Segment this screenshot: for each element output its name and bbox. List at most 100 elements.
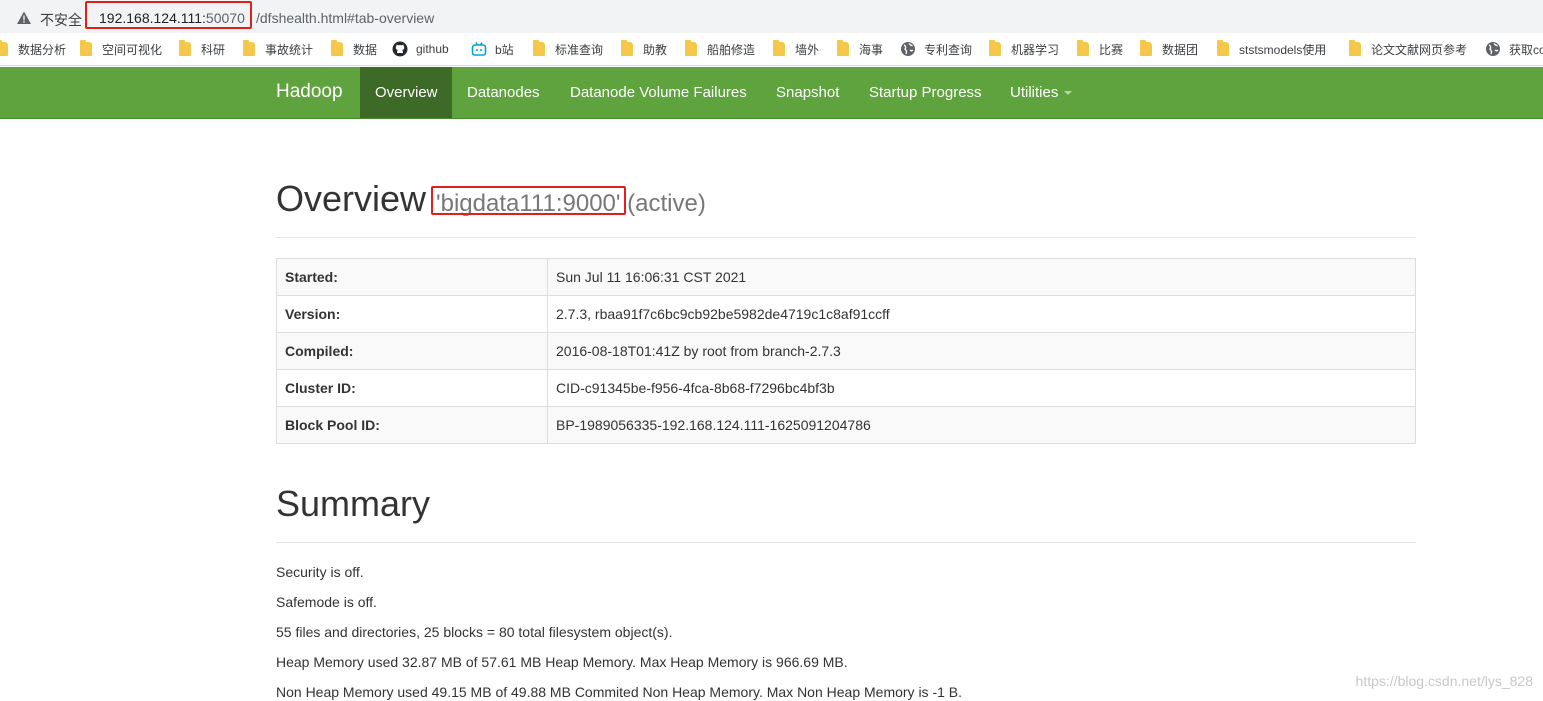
table-row: Version: 2.7.3, rbaa91f7c6bc9cb92be5982de… bbox=[276, 295, 1416, 333]
url-highlight-box bbox=[85, 1, 252, 29]
table-row: Compiled: 2016-08-18T01:41Z by root from … bbox=[276, 332, 1416, 370]
tab-snapshot[interactable]: Snapshot bbox=[761, 67, 854, 118]
summary-line: Safemode is off. bbox=[276, 594, 377, 610]
utilities-label: Utilities bbox=[1010, 84, 1059, 101]
divider bbox=[276, 542, 1416, 543]
folder-icon bbox=[685, 40, 697, 56]
tab-startup-progress[interactable]: Startup Progress bbox=[854, 67, 997, 118]
warning-triangle-icon[interactable] bbox=[16, 10, 32, 26]
overview-title: Overview bbox=[276, 178, 427, 219]
bookmark-item[interactable]: 墙外 bbox=[773, 40, 820, 57]
bookmark-item[interactable]: 论文文献网页参考 bbox=[1349, 40, 1468, 57]
bookmark-label: 机器学习 bbox=[1011, 42, 1060, 57]
bookmark-label: 专利查询 bbox=[924, 42, 973, 57]
folder-icon bbox=[773, 40, 785, 56]
not-secure-label[interactable]: 不安全 bbox=[40, 10, 82, 30]
bookmark-item[interactable]: 比赛 bbox=[1077, 40, 1124, 57]
overview-table: Started: Sun Jul 11 16:06:31 CST 2021 Ver… bbox=[276, 258, 1416, 444]
bookmark-item[interactable]: ststsmodels使用 bbox=[1217, 40, 1327, 57]
bookmark-item[interactable]: github bbox=[392, 41, 449, 57]
github-icon bbox=[392, 41, 408, 57]
folder-icon bbox=[989, 40, 1001, 56]
folder-icon bbox=[0, 40, 8, 56]
divider bbox=[276, 237, 1416, 238]
tab-datanode-volume-failures[interactable]: Datanode Volume Failures bbox=[555, 67, 762, 118]
bookmark-label: ststsmodels使用 bbox=[1239, 42, 1327, 57]
folder-icon bbox=[331, 40, 343, 56]
row-value: BP-1989056335-192.168.124.111-1625091204… bbox=[547, 406, 1416, 444]
table-row: Block Pool ID: BP-1989056335-192.168.124.… bbox=[276, 406, 1416, 444]
bookmark-item[interactable]: 数据团 bbox=[1140, 40, 1199, 57]
tab-datanodes[interactable]: Datanodes bbox=[452, 67, 555, 118]
bookmark-item[interactable]: 事故统计 bbox=[243, 40, 314, 57]
bookmark-item[interactable]: b站 bbox=[471, 41, 514, 57]
row-key: Started: bbox=[276, 258, 548, 296]
row-value: Sun Jul 11 16:06:31 CST 2021 bbox=[547, 258, 1416, 296]
summary-line: Non Heap Memory used 49.15 MB of 49.88 M… bbox=[276, 684, 963, 700]
folder-icon bbox=[621, 40, 633, 56]
bookmark-label: 数据分析 bbox=[18, 42, 67, 57]
bookmark-item[interactable]: 专利查询 bbox=[900, 41, 972, 57]
bookmark-item[interactable]: 海事 bbox=[837, 40, 884, 57]
folder-icon bbox=[80, 40, 92, 56]
folder-icon bbox=[533, 40, 545, 56]
bookmark-label: github bbox=[416, 42, 449, 56]
bookmarks-bar: 数据分析 空间可视化 科研 事故统计 数据 github b站 标准查询 助教 … bbox=[0, 33, 1543, 66]
bookmark-label: 墙外 bbox=[795, 42, 820, 57]
bookmark-label: 论文文献网页参考 bbox=[1371, 42, 1468, 57]
bookmark-label: 科研 bbox=[201, 42, 226, 57]
bookmark-item[interactable]: 助教 bbox=[621, 40, 668, 57]
table-row: Started: Sun Jul 11 16:06:31 CST 2021 bbox=[276, 258, 1416, 296]
tab-utilities[interactable]: Utilities bbox=[995, 67, 1087, 118]
table-row: Cluster ID: CID-c91345be-f956-4fca-8b68-f… bbox=[276, 369, 1416, 407]
summary-line: Heap Memory used 32.87 MB of 57.61 MB He… bbox=[276, 654, 848, 670]
row-key: Cluster ID: bbox=[276, 369, 548, 407]
bookmark-label: 事故统计 bbox=[265, 42, 314, 57]
host-highlight-box bbox=[431, 186, 626, 215]
hadoop-navbar: Hadoop Overview Datanodes Datanode Volum… bbox=[0, 67, 1543, 119]
folder-icon bbox=[1217, 40, 1229, 56]
bookmark-label: 比赛 bbox=[1099, 42, 1124, 57]
row-value: CID-c91345be-f956-4fca-8b68-f7296bc4bf3b bbox=[547, 369, 1416, 407]
bookmark-item[interactable]: 船舶修造 bbox=[685, 40, 756, 57]
folder-icon bbox=[179, 40, 191, 56]
bookmark-item[interactable]: 空间可视化 bbox=[80, 40, 163, 57]
caret-down-icon bbox=[1064, 91, 1073, 96]
bookmark-item[interactable]: 数据分析 bbox=[0, 40, 67, 57]
row-key: Block Pool ID: bbox=[276, 406, 548, 444]
hadoop-brand[interactable]: Hadoop bbox=[276, 81, 343, 103]
summary-line: 55 files and directories, 25 blocks = 80… bbox=[276, 624, 673, 640]
folder-icon bbox=[1077, 40, 1089, 56]
bookmark-item[interactable]: 获取co bbox=[1485, 41, 1543, 57]
folder-icon bbox=[243, 40, 255, 56]
bookmark-item[interactable]: 标准查询 bbox=[533, 40, 604, 57]
globe-icon bbox=[900, 41, 916, 57]
row-value: 2.7.3, rbaa91f7c6bc9cb92be5982de4719c1c8… bbox=[547, 295, 1416, 333]
summary-title: Summary bbox=[276, 483, 431, 524]
row-key: Version: bbox=[276, 295, 548, 333]
summary-line: Security is off. bbox=[276, 564, 364, 580]
bilibili-icon bbox=[471, 41, 487, 57]
bookmark-label: b站 bbox=[495, 42, 514, 57]
bookmark-label: 标准查询 bbox=[555, 42, 604, 57]
bookmark-item[interactable]: 科研 bbox=[179, 40, 226, 57]
bookmark-label: 获取co bbox=[1509, 42, 1543, 57]
bookmark-label: 海事 bbox=[859, 42, 884, 57]
bookmark-item[interactable]: 机器学习 bbox=[989, 40, 1060, 57]
bookmark-label: 助教 bbox=[643, 42, 668, 57]
bookmark-item[interactable]: 数据 bbox=[331, 40, 377, 57]
watermark: https://blog.csdn.net/lys_828 bbox=[1355, 673, 1533, 689]
bookmark-label: 数据团 bbox=[1162, 42, 1199, 57]
folder-icon bbox=[837, 40, 849, 56]
row-key: Compiled: bbox=[276, 332, 548, 370]
row-value: 2016-08-18T01:41Z by root from branch-2.… bbox=[547, 332, 1416, 370]
globe-icon bbox=[1485, 41, 1501, 57]
url-path[interactable]: /dfshealth.html#tab-overview bbox=[256, 10, 434, 26]
bookmark-label: 空间可视化 bbox=[102, 42, 163, 57]
address-bar: 不安全 192.168.124.111:50070 /dfshealth.htm… bbox=[0, 0, 1543, 33]
bookmark-label: 船舶修造 bbox=[707, 42, 756, 57]
folder-icon bbox=[1349, 40, 1361, 56]
tab-overview[interactable]: Overview bbox=[360, 67, 452, 118]
folder-icon bbox=[1140, 40, 1152, 56]
namenode-state: (active) bbox=[620, 190, 706, 217]
